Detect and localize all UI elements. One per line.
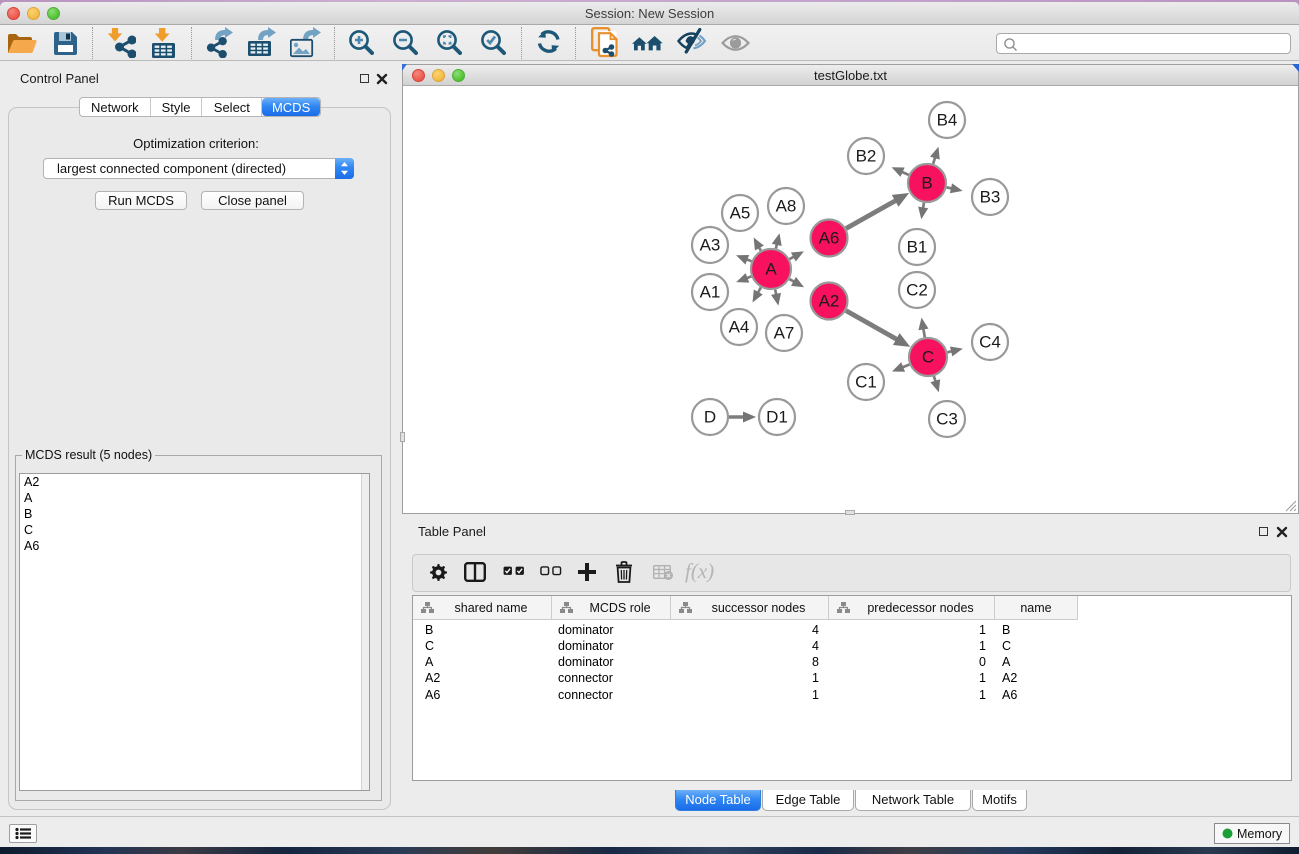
svg-text:C3: C3 bbox=[936, 410, 958, 429]
svg-text:B3: B3 bbox=[980, 188, 1001, 207]
svg-text:A6: A6 bbox=[819, 229, 840, 248]
svg-text:D1: D1 bbox=[766, 408, 788, 427]
svg-text:C2: C2 bbox=[906, 281, 928, 300]
svg-text:A3: A3 bbox=[700, 236, 721, 255]
svg-text:C: C bbox=[922, 348, 934, 367]
svg-text:B2: B2 bbox=[856, 147, 877, 166]
svg-text:A1: A1 bbox=[700, 283, 721, 302]
svg-text:B1: B1 bbox=[907, 238, 928, 257]
svg-text:A7: A7 bbox=[774, 324, 795, 343]
svg-text:A8: A8 bbox=[776, 197, 797, 216]
svg-text:A2: A2 bbox=[819, 292, 840, 311]
svg-text:A: A bbox=[765, 260, 777, 279]
svg-text:A5: A5 bbox=[730, 204, 751, 223]
svg-text:A4: A4 bbox=[729, 318, 750, 337]
svg-text:D: D bbox=[704, 408, 716, 427]
svg-text:C1: C1 bbox=[855, 373, 877, 392]
svg-text:C4: C4 bbox=[979, 333, 1001, 352]
svg-text:B4: B4 bbox=[937, 111, 958, 130]
svg-text:B: B bbox=[921, 174, 932, 193]
